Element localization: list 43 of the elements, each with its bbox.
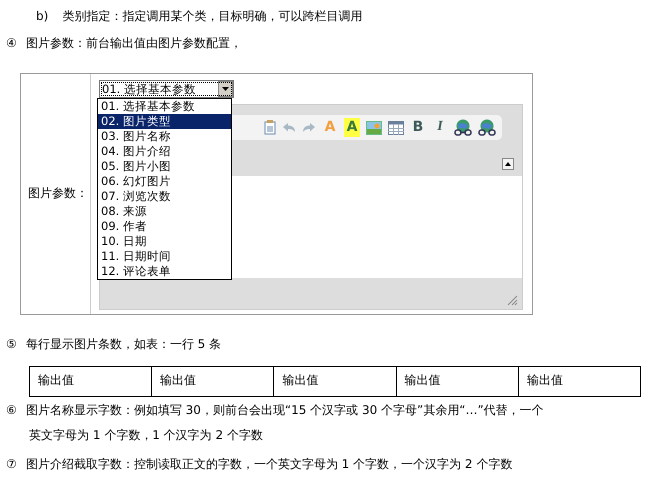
unlink-icon[interactable]	[478, 119, 496, 136]
undo-icon[interactable]	[282, 122, 296, 134]
link-icon[interactable]	[454, 119, 472, 136]
dropdown-option[interactable]: 05. 图片小图	[98, 159, 231, 174]
bold-button[interactable]: B	[410, 118, 426, 137]
paragraph: 英文字母为 1 个字数，1 个汉字为 2 个字数	[29, 428, 263, 444]
dropdown-option[interactable]: 08. 来源	[98, 204, 231, 219]
list-marker: ⑥	[6, 403, 17, 419]
dropdown-option[interactable]: 02. 图片类型	[98, 114, 231, 129]
resize-grip-icon[interactable]	[507, 295, 518, 306]
dropdown-option[interactable]: 09. 作者	[98, 219, 231, 234]
list-marker: ⑦	[6, 457, 17, 473]
paragraph: 类别指定：指定调用某个类，目标明确，可以跨栏目调用	[62, 9, 362, 25]
scroll-up-button[interactable]	[502, 158, 514, 170]
image-icon[interactable]	[366, 120, 382, 134]
dropdown-option[interactable]: 12. 评论表单	[98, 264, 231, 279]
list-marker: b)	[36, 9, 48, 25]
dropdown-option[interactable]: 03. 图片名称	[98, 129, 231, 144]
paragraph: 图片名称显示字数：例如填写 30，则前台会出现“15 个汉字或 30 个字母”其余用“…”代替，一个	[26, 403, 544, 419]
redo-icon[interactable]	[302, 122, 316, 134]
table-cell-text: 输出值	[526, 372, 564, 389]
dropdown-option[interactable]: 10. 日期	[98, 234, 231, 249]
table-cell: 输出值	[274, 367, 397, 396]
table-icon[interactable]	[388, 120, 404, 134]
field-label: 图片参数：	[28, 186, 88, 202]
dropdown-option[interactable]: 07. 浏览次数	[98, 189, 231, 204]
paste-icon[interactable]	[264, 120, 276, 135]
table-cell: 输出值	[30, 367, 152, 396]
highlight-button[interactable]: A	[344, 118, 360, 137]
paragraph: 图片介绍截取字数：控制读取正文的字数，一个英文字母为 1 个字数，一个汉字为 2 个字数	[26, 457, 512, 473]
caret-icon	[505, 162, 511, 166]
dropdown-option[interactable]: 11. 日期时间	[98, 249, 231, 264]
dropdown-option[interactable]: 01. 选择基本参数	[98, 99, 231, 114]
table-cell: 输出值	[152, 367, 274, 396]
select-dropdown[interactable]: 01. 选择基本参数	[99, 80, 234, 98]
dropdown-option[interactable]: 04. 图片介绍	[98, 144, 231, 159]
italic-button[interactable]: I	[432, 118, 448, 137]
table-cell: 输出值	[396, 367, 519, 396]
paragraph: 每行显示图片条数，如表：一行 5 条	[26, 337, 222, 353]
list-marker: ⑤	[6, 337, 17, 353]
dropdown-option[interactable]: 06. 幻灯图片	[98, 174, 231, 189]
list-marker: ④	[6, 36, 17, 52]
paragraph: 图片参数：前台输出值由图片参数配置，	[26, 36, 242, 52]
